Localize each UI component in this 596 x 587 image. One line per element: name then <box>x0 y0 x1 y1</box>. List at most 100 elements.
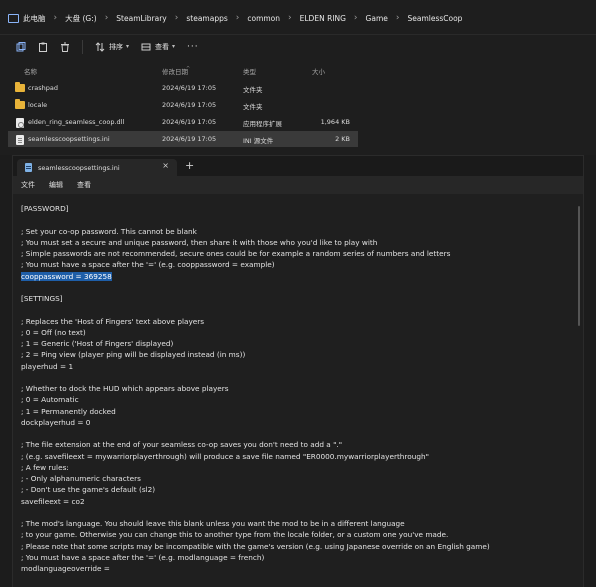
text-line: ; You must set a secure and unique passw… <box>21 237 378 247</box>
tab-seamlesscoopsettings[interactable]: seamlesscoopsettings.ini × <box>17 159 177 176</box>
sort-icon <box>95 41 105 52</box>
text-line: [PASSWORD] <box>21 204 69 213</box>
more-options-button[interactable]: ··· <box>181 37 205 57</box>
notepad-icon <box>25 163 32 172</box>
breadcrumb-segment: › SeamlessCoop <box>388 6 463 30</box>
view-button[interactable]: 查看 ▾ <box>135 37 181 57</box>
file-type: INI 源文件 <box>243 137 274 145</box>
crumb-drive-g[interactable]: 大盘 (G:) <box>65 13 97 24</box>
sort-button[interactable]: 排序 ▾ <box>89 37 135 57</box>
chevron-right-icon[interactable]: › <box>288 13 292 23</box>
breadcrumb-segment: › common <box>228 6 280 30</box>
crumb-steamlibrary[interactable]: SteamLibrary <box>116 14 166 23</box>
file-row[interactable]: seamlesscoopsettings.ini 2024/6/19 17:05 I… <box>8 131 358 147</box>
file-date: 2024/6/19 17:05 <box>162 135 217 143</box>
text-line: savefileext = co2 <box>21 496 85 506</box>
notepad-menu-bar: 文件 编辑 查看 <box>13 176 583 194</box>
ini-file-icon <box>16 135 24 145</box>
view-icon <box>141 43 151 50</box>
chevron-down-icon: ▾ <box>172 43 176 50</box>
scrollbar[interactable] <box>578 206 580 326</box>
file-name: crashpad <box>28 84 58 92</box>
text-line <box>21 428 575 439</box>
menu-item[interactable]: 查看 <box>77 180 91 190</box>
column-header-date[interactable]: 修改日期 <box>162 66 188 76</box>
text-line: ; A few rules: <box>21 462 69 472</box>
text-line: ; (e.g. savefileext = mywarriorplayerthr… <box>21 451 429 461</box>
file-type: 文件夹 <box>243 86 263 94</box>
text-line: ; You must have a space after the '=' (e… <box>21 552 265 562</box>
file-date: 2024/6/19 17:05 <box>162 101 217 109</box>
text-line <box>21 507 575 518</box>
text-line: ; Whether to dock the HUD which appears … <box>21 384 229 393</box>
computer-icon <box>8 13 19 23</box>
text-line <box>21 372 575 383</box>
chevron-right-icon[interactable]: › <box>236 13 240 23</box>
text-line: ; The mod's language. You should leave t… <box>21 519 405 528</box>
crumb-common[interactable]: common <box>247 14 280 23</box>
file-row[interactable]: elden_ring_seamless_coop.dll 2024/6/19 17… <box>8 114 358 130</box>
tab-title: seamlesscoopsettings.ini <box>38 163 120 172</box>
text-line: [SETTINGS] <box>21 294 63 303</box>
chevron-right-icon[interactable]: › <box>54 13 58 23</box>
text-line: ; 1 = Generic ('Host of Fingers' display… <box>21 339 174 348</box>
copy-button[interactable] <box>10 37 32 57</box>
crumb-game[interactable]: Game <box>366 14 388 23</box>
crumb-seamlesscoop[interactable]: SeamlessCoop <box>407 14 462 23</box>
crumb-steamapps[interactable]: steamapps <box>186 14 227 23</box>
text-line: ; to your game. Otherwise you can change… <box>21 530 449 540</box>
file-row[interactable]: crashpad 2024/6/19 17:05 文件夹 <box>8 80 358 96</box>
text-line: ; Please note that some scripts may be i… <box>21 541 490 551</box>
file-date: 2024/6/19 17:05 <box>162 118 217 126</box>
text-line: ; 0 = Automatic <box>21 395 79 405</box>
text-line: ; Simple passwords are not recommended, … <box>21 249 451 258</box>
text-line: ; 2 = Ping view (player ping will be dis… <box>21 350 246 360</box>
breadcrumb-segment: 此电脑 <box>8 6 46 30</box>
trash-icon <box>61 42 69 52</box>
view-label: 查看 <box>155 42 170 51</box>
text-line: ; Replaces the 'Host of Fingers' text ab… <box>21 316 205 326</box>
column-header-type[interactable]: 类型 <box>243 66 256 76</box>
text-line: ; 0 = Off (no text) <box>21 327 86 337</box>
file-date: 2024/6/19 17:05 <box>162 84 217 92</box>
explorer-toolbar: 排序 ▾ 查看 ▾ ··· <box>0 34 596 58</box>
close-icon[interactable]: × <box>162 161 169 170</box>
text-line: modlanguageoverride = <box>21 564 110 573</box>
delete-button[interactable] <box>54 37 76 57</box>
text-line: playerhud = 1 <box>21 361 74 371</box>
crumb-elden-ring[interactable]: ELDEN RING <box>300 14 346 23</box>
new-tab-icon[interactable]: + <box>185 159 194 172</box>
paste-button[interactable] <box>32 37 54 57</box>
text-line <box>21 214 575 225</box>
file-type: 文件夹 <box>243 103 263 111</box>
menu-item[interactable]: 编辑 <box>49 180 63 190</box>
chevron-right-icon[interactable]: › <box>354 13 358 23</box>
file-name: locale <box>28 101 48 109</box>
menu-item[interactable]: 文件 <box>21 180 35 190</box>
notepad-tab-bar: seamlesscoopsettings.ini × + <box>13 156 583 176</box>
chevron-right-icon[interactable]: › <box>175 13 179 23</box>
text-editor[interactable]: [PASSWORD] ; Set your co-op password. Thi… <box>13 194 583 587</box>
text-line: ; The file extension at the end of your … <box>21 440 343 450</box>
file-name: elden_ring_seamless_coop.dll <box>28 118 125 126</box>
breadcrumb-segment: › steamapps <box>167 6 228 30</box>
file-size: 2 KB <box>335 135 350 143</box>
selected-text: cooppassword = 369258 <box>21 271 112 281</box>
text-line <box>21 304 575 315</box>
text-line: ; - Only alphanumeric characters <box>21 474 141 483</box>
column-header-name[interactable]: 名称 <box>24 66 37 76</box>
crumb-this-pc[interactable]: 此电脑 <box>23 13 46 24</box>
notepad-window: seamlesscoopsettings.ini × + 文件 编辑 查看 [PAS… <box>12 155 584 587</box>
column-header-size[interactable]: 大小 <box>312 66 325 76</box>
breadcrumb-segment: › 大盘 (G:) <box>46 6 97 30</box>
chevron-down-icon: ▾ <box>126 43 130 50</box>
paste-icon <box>39 42 47 52</box>
text-line: dockplayerhud = 0 <box>21 417 91 427</box>
breadcrumb-segment: › Game <box>346 6 388 30</box>
chevron-right-icon[interactable]: › <box>105 13 109 23</box>
file-size: 1,964 KB <box>320 118 350 126</box>
more-icon: ··· <box>187 41 199 52</box>
chevron-right-icon[interactable]: › <box>396 13 400 23</box>
file-list-header: ^ 名称 修改日期 类型 大小 <box>0 63 596 79</box>
file-row[interactable]: locale 2024/6/19 17:05 文件夹 <box>8 97 358 113</box>
